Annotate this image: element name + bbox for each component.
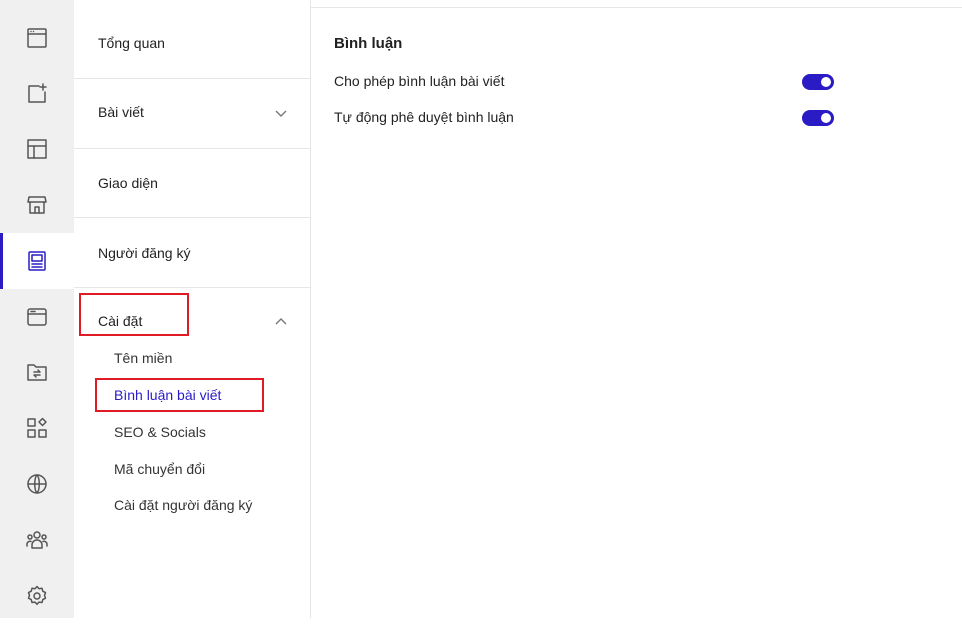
users-group-icon xyxy=(26,531,48,549)
folder-sync-icon xyxy=(27,364,47,381)
store-icon xyxy=(27,196,47,214)
rail-item-apps[interactable] xyxy=(0,400,74,456)
chevron-up-icon xyxy=(274,315,288,329)
rail-item-layout[interactable] xyxy=(0,121,74,177)
add-sparkle-icon xyxy=(28,83,47,103)
rail-item-settings[interactable] xyxy=(0,568,74,624)
sub-item-conversion-code[interactable]: Mã chuyển đổi xyxy=(114,461,205,477)
nav-item-overview[interactable]: Tổng quan xyxy=(74,9,310,79)
nav-item-label: Tổng quan xyxy=(98,35,165,51)
rail-item-folder-sync[interactable] xyxy=(0,344,74,400)
sub-item-domain[interactable]: Tên miền xyxy=(114,350,172,366)
blog-nav: Tổng quan Bài viết Giao diện Người đăng … xyxy=(74,0,311,618)
nav-item-subscribers[interactable]: Người đăng ký xyxy=(74,218,310,288)
nav-item-theme[interactable]: Giao diện xyxy=(74,148,310,218)
nav-item-label: Giao diện xyxy=(98,175,158,191)
blog-post-icon xyxy=(28,251,46,271)
rail-item-webapp[interactable] xyxy=(0,289,74,345)
nav-item-posts[interactable]: Bài viết xyxy=(74,79,310,149)
nav-item-label: Cài đặt xyxy=(98,313,143,329)
allow-comments-toggle[interactable] xyxy=(802,74,834,90)
sub-item-subscriber-settings[interactable]: Cài đặt người đăng ký xyxy=(114,497,252,513)
web-app-icon xyxy=(27,308,47,326)
auto-approve-toggle[interactable] xyxy=(802,110,834,126)
chevron-down-icon xyxy=(274,106,288,120)
layout-icon xyxy=(27,139,47,159)
nav-item-label: Người đăng ký xyxy=(98,245,191,261)
nav-item-settings[interactable]: Cài đặt xyxy=(74,288,310,332)
settings-gear-icon xyxy=(27,585,47,606)
nav-item-label: Bài viết xyxy=(98,104,144,120)
top-divider xyxy=(311,7,962,8)
rail-item-users[interactable] xyxy=(0,512,74,568)
globe-icon xyxy=(27,474,47,494)
sub-item-seo-socials[interactable]: SEO & Socials xyxy=(114,424,206,440)
rail-item-blog[interactable] xyxy=(0,233,74,289)
rail-item-store[interactable] xyxy=(0,177,74,233)
setting-label-allow-comments: Cho phép bình luận bài viết xyxy=(334,73,505,89)
rail-item-globe[interactable] xyxy=(0,456,74,512)
browser-window-icon xyxy=(27,28,47,48)
sub-item-post-comments[interactable]: Bình luận bài viết xyxy=(114,387,221,403)
page-title: Bình luận xyxy=(334,35,403,52)
apps-grid-icon xyxy=(27,417,47,438)
rail-item-browser[interactable] xyxy=(0,10,74,66)
rail-item-add[interactable] xyxy=(0,66,74,122)
icon-rail xyxy=(0,0,74,618)
setting-label-auto-approve: Tự động phê duyệt bình luận xyxy=(334,109,514,125)
